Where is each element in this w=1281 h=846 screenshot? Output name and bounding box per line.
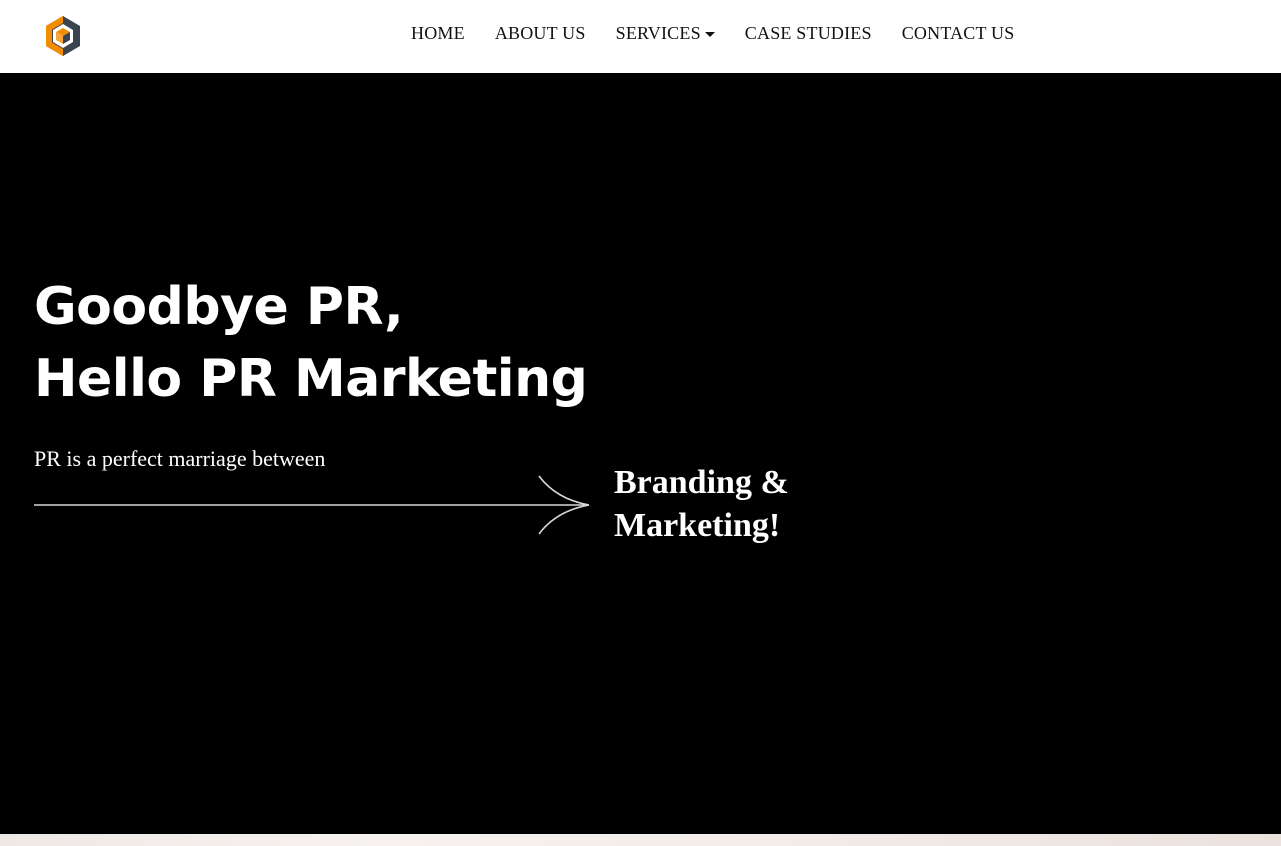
nav-services-dropdown[interactable]: SERVICES [601,23,730,44]
hero-highlight-text: Branding & Marketing! [614,461,789,547]
main-nav: HOME ABOUT US SERVICES CASE STUDIES CONT… [396,0,1029,66]
hero-section: Goodbye PR, Hello PR Marketing PR is a p… [0,73,1281,834]
hero-headline-line-2: Hello PR Marketing [34,349,588,409]
nav-contact-us-link[interactable]: CONTACT US [887,23,1030,44]
next-section-edge [0,834,1281,846]
nav-about-us-label: ABOUT US [494,22,586,43]
nav-about-us-link[interactable]: ABOUT US [480,23,601,44]
caret-down-icon [704,31,715,37]
nav-case-studies-link[interactable]: CASE STUDIES [730,23,887,44]
arrow-right-icon [34,475,590,535]
top-navbar: HOME ABOUT US SERVICES CASE STUDIES CONT… [0,0,1281,73]
nav-services-label: SERVICES [615,22,701,43]
hero-tagline: PR is a perfect marriage between [34,446,326,471]
nav-case-studies-label: CASE STUDIES [744,22,872,43]
hero-highlight-line-2: Marketing! [614,507,781,544]
nav-home-link[interactable]: HOME [396,23,480,44]
nav-contact-us-label: CONTACT US [901,22,1015,43]
hexagon-logo-icon[interactable] [44,15,82,57]
nav-home-label: HOME [411,22,465,43]
hero-headline: Goodbye PR, Hello PR Marketing [34,271,588,415]
hero-highlight-line-1: Branding & [614,464,789,501]
hero-headline-line-1: Goodbye PR, [34,277,404,337]
